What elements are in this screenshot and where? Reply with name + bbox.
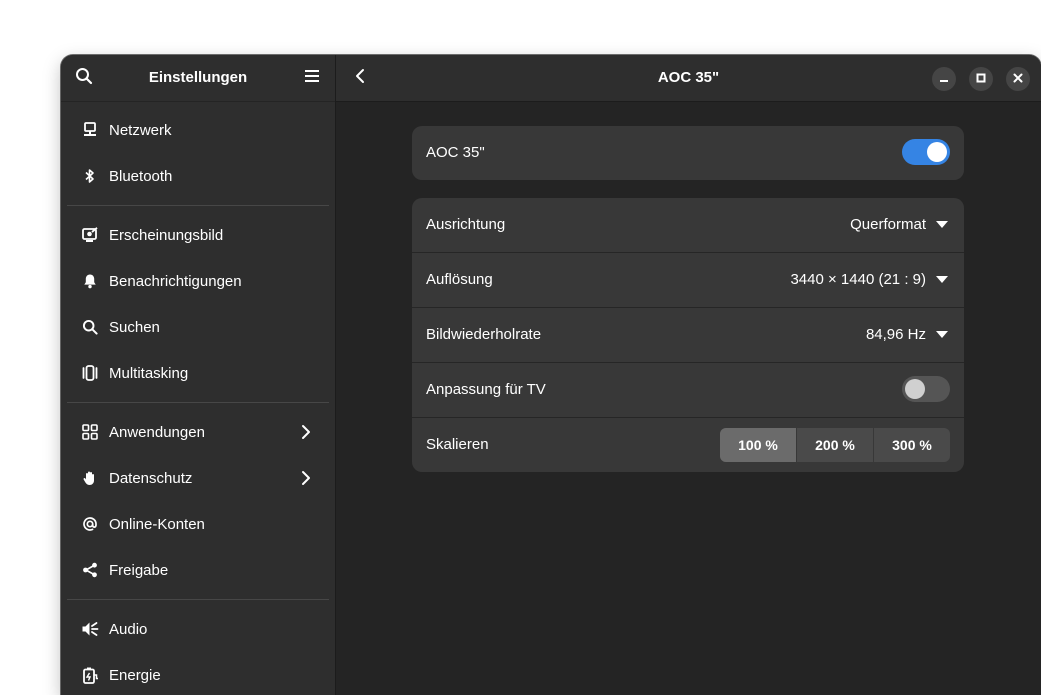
resolution-value: 3440 × 1440 (21 : 9) bbox=[790, 271, 926, 288]
sidebar-item-label: Erscheinungsbild bbox=[109, 226, 224, 244]
sidebar-item-bluetooth[interactable]: Bluetooth bbox=[67, 153, 329, 199]
sidebar-item-label: Benachrichtigungen bbox=[109, 272, 242, 290]
scale-row: Skalieren 100 % 200 % 300 % bbox=[412, 418, 964, 472]
maximize-icon bbox=[976, 70, 986, 88]
dropdown-caret-icon bbox=[936, 276, 948, 283]
sidebar-item-freigabe[interactable]: Freigabe bbox=[67, 547, 329, 593]
sidebar-header: Einstellungen bbox=[61, 55, 335, 102]
sidebar-item-netzwerk[interactable]: Netzwerk bbox=[67, 107, 329, 153]
sidebar-item-label: Bluetooth bbox=[109, 167, 173, 185]
speaker-icon bbox=[80, 619, 100, 639]
resolution-label: Auflösung bbox=[426, 271, 493, 288]
orientation-value: Querformat bbox=[850, 216, 926, 233]
sidebar-item-label: Anwendungen bbox=[109, 423, 205, 441]
settings-window: Einstellungen Netzwerk Bluetooth Erscheinu… bbox=[61, 55, 1041, 695]
sidebar-item-datenschutz[interactable]: Datenschutz bbox=[67, 455, 329, 501]
scale-option-1[interactable]: 100 % bbox=[720, 428, 796, 462]
sidebar-item-label: Netzwerk bbox=[109, 121, 172, 139]
display-settings-card: Ausrichtung Querformat Auflösung 3440 × … bbox=[412, 198, 964, 472]
tv-adjust-label: Anpassung für TV bbox=[426, 381, 546, 398]
appearance-icon bbox=[80, 225, 100, 245]
main-menu-button[interactable] bbox=[296, 62, 328, 94]
refresh-rate-row[interactable]: Bildwiederholrate 84,96 Hz bbox=[412, 308, 964, 363]
scale-label: Skalieren bbox=[426, 436, 489, 453]
battery-icon bbox=[80, 665, 100, 685]
close-icon bbox=[1013, 70, 1023, 88]
chevron-right-icon bbox=[297, 423, 315, 441]
content-header: AOC 35" bbox=[336, 55, 1041, 102]
sidebar-item-label: Audio bbox=[109, 620, 148, 638]
scale-selector: 100 % 200 % 300 % bbox=[720, 428, 950, 462]
maximize-button[interactable] bbox=[969, 67, 993, 91]
sidebar-item-energie[interactable]: Energie bbox=[67, 652, 329, 695]
sidebar-item-label: Multitasking bbox=[109, 364, 189, 382]
hand-icon bbox=[80, 468, 100, 488]
sidebar-item-label: Energie bbox=[109, 666, 161, 684]
sidebar-item-erscheinungsbild[interactable]: Erscheinungsbild bbox=[67, 212, 329, 258]
minimize-button[interactable] bbox=[932, 67, 956, 91]
sidebar-item-audio[interactable]: Audio bbox=[67, 606, 329, 652]
monitor-name: AOC 35" bbox=[426, 144, 485, 161]
sidebar-separator bbox=[67, 599, 329, 600]
apps-grid-icon bbox=[80, 422, 100, 442]
sidebar-item-suchen[interactable]: Suchen bbox=[67, 304, 329, 350]
switch-knob bbox=[905, 379, 925, 399]
sidebar-separator bbox=[67, 205, 329, 206]
sidebar-item-online-konten[interactable]: Online-Konten bbox=[67, 501, 329, 547]
dropdown-caret-icon bbox=[936, 331, 948, 338]
content-pane: AOC 35" AOC 35" Ausrichtung Querformat A… bbox=[336, 55, 1041, 695]
refresh-rate-value: 84,96 Hz bbox=[865, 326, 926, 343]
orientation-label: Ausrichtung bbox=[426, 216, 506, 233]
minimize-icon bbox=[939, 70, 949, 88]
search-icon bbox=[80, 317, 100, 337]
sidebar-separator bbox=[67, 402, 329, 403]
close-button[interactable] bbox=[1006, 67, 1030, 91]
monitor-row: AOC 35" bbox=[412, 126, 964, 180]
orientation-row[interactable]: Ausrichtung Querformat bbox=[412, 198, 964, 253]
resolution-row[interactable]: Auflösung 3440 × 1440 (21 : 9) bbox=[412, 253, 964, 308]
scale-option-3[interactable]: 300 % bbox=[873, 428, 950, 462]
bell-icon bbox=[80, 271, 100, 291]
sidebar-item-label: Datenschutz bbox=[109, 469, 193, 487]
sidebar-item-anwendungen[interactable]: Anwendungen bbox=[67, 409, 329, 455]
refresh-rate-label: Bildwiederholrate bbox=[426, 326, 542, 343]
at-icon bbox=[80, 514, 100, 534]
sidebar-item-label: Online-Konten bbox=[109, 515, 205, 533]
tv-adjust-row: Anpassung für TV bbox=[412, 363, 964, 418]
sidebar-title: Einstellungen bbox=[148, 69, 248, 86]
multitasking-icon bbox=[80, 363, 100, 383]
hamburger-menu-icon bbox=[304, 69, 320, 88]
sidebar-item-label: Suchen bbox=[109, 318, 160, 336]
sidebar-item-multitasking[interactable]: Multitasking bbox=[67, 350, 329, 396]
monitor-card: AOC 35" bbox=[412, 126, 964, 180]
monitor-enable-switch[interactable] bbox=[902, 139, 950, 165]
sidebar-item-benachrichtigungen[interactable]: Benachrichtigungen bbox=[67, 258, 329, 304]
sidebar-nav: Netzwerk Bluetooth Erscheinungsbild Benachr… bbox=[67, 107, 329, 695]
switch-knob bbox=[927, 142, 947, 162]
dropdown-caret-icon bbox=[936, 221, 948, 228]
sidebar-item-label: Freigabe bbox=[109, 561, 169, 579]
share-icon bbox=[80, 560, 100, 580]
scale-option-2[interactable]: 200 % bbox=[796, 428, 873, 462]
tv-adjust-switch[interactable] bbox=[902, 376, 950, 402]
bluetooth-icon bbox=[80, 166, 100, 186]
chevron-right-icon bbox=[297, 469, 315, 487]
network-icon bbox=[80, 120, 100, 140]
sidebar: Einstellungen Netzwerk Bluetooth Erscheinu… bbox=[61, 55, 336, 695]
